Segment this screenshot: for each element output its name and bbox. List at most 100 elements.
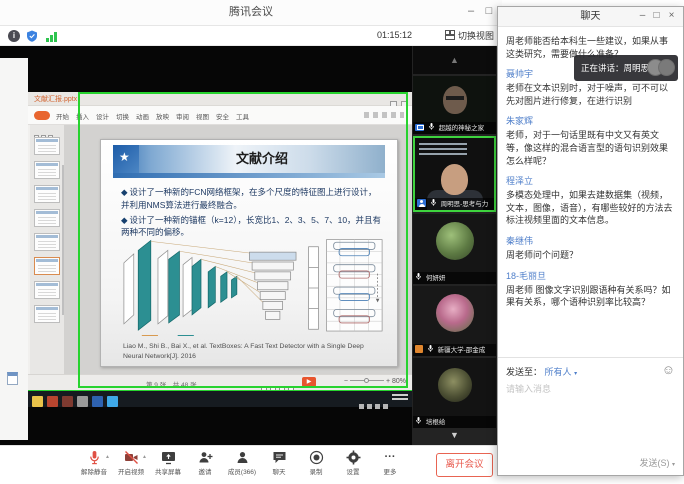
shared-desktop-left-strip bbox=[0, 58, 28, 440]
caret-up-icon[interactable]: ▲ bbox=[142, 454, 147, 460]
ribbon-tab: 放映 bbox=[156, 114, 169, 121]
star-icon: ★ bbox=[119, 150, 130, 164]
meeting-info-icon[interactable]: i bbox=[8, 30, 20, 42]
send-button[interactable]: 发送(S) ▾ bbox=[639, 456, 675, 469]
chat-message: 秦继伟 周老师问个问题？ bbox=[506, 234, 675, 262]
chat-titlebar: 聊天 – □ × bbox=[498, 7, 683, 27]
ribbon-tab: 审阅 bbox=[176, 114, 189, 121]
message-text: 周老师问个问题？ bbox=[506, 249, 675, 262]
slide-title-banner: ★ 文献介绍 bbox=[113, 145, 385, 173]
participant-tile[interactable]: 何妍妍 bbox=[413, 214, 496, 284]
participant-tile[interactable]: 超越的神秘之家 bbox=[413, 76, 496, 134]
wps-ribbon-tabs: 开始插入设计切换动画放映审阅视图安全工具 bbox=[56, 111, 256, 121]
slide-thumbnail bbox=[34, 233, 60, 251]
collapse-triangle-icon: ▲ bbox=[450, 55, 459, 65]
caret-up-icon[interactable]: ▲ bbox=[105, 454, 110, 460]
record-icon bbox=[309, 450, 324, 465]
participant-video-face bbox=[443, 86, 467, 114]
wps-ribbon: 开始插入设计切换动画放映审阅视图安全工具 bbox=[28, 106, 412, 125]
bullet-icon: ◆ bbox=[121, 215, 128, 225]
caret-down-icon[interactable]: ▾ bbox=[672, 462, 675, 468]
invite-person-icon bbox=[198, 450, 213, 465]
participant-name: 培根给 bbox=[426, 419, 446, 426]
security-shield-icon[interactable] bbox=[26, 30, 38, 42]
ribbon-tab: 切换 bbox=[116, 114, 129, 121]
participant-name: 周明思-思考与力 bbox=[441, 201, 489, 208]
speaking-toast: 正在讲话：周明思 bbox=[574, 55, 678, 81]
shared-desktop-taskbar bbox=[28, 390, 412, 407]
slide-thumbnail bbox=[34, 281, 60, 299]
zoom-slider-knob bbox=[364, 378, 369, 383]
settings-button[interactable]: 设置 bbox=[335, 450, 371, 476]
participant-tile[interactable]: ▲ bbox=[413, 46, 496, 74]
participant-name: 超越的神秘之家 bbox=[439, 125, 485, 132]
chat-send-area: 发送至： 所有人 ▾ ☺ 发送(S) ▾ bbox=[498, 357, 683, 475]
meeting-duration: 01:15:12 bbox=[377, 30, 412, 40]
ribbon-tab: 插入 bbox=[76, 114, 89, 121]
mic-muted-icon bbox=[87, 450, 102, 465]
avatar bbox=[436, 294, 474, 332]
close-icon[interactable]: × bbox=[665, 10, 678, 21]
participant-tile[interactable]: 新疆大学-邵金成 bbox=[413, 286, 496, 356]
slideshow-play-button: ▶ bbox=[302, 377, 316, 387]
slide-thumbnail-selected bbox=[34, 257, 60, 275]
chat-message: 程泽立 多模态处理中，如果去建数据集（视频，文本，图像，语音），有哪些较好的方法… bbox=[506, 174, 675, 227]
taskbar-clock bbox=[392, 394, 408, 404]
network-signal-icon[interactable] bbox=[46, 32, 60, 42]
maximize-icon[interactable]: □ bbox=[482, 5, 496, 17]
slide-citation: Liao M., Shi B., Bai X., et al. TextBoxe… bbox=[123, 342, 385, 361]
mic-icon bbox=[430, 198, 437, 207]
more-button[interactable]: ··· 更多 bbox=[372, 450, 408, 476]
slide-thumbnail bbox=[34, 305, 60, 323]
start-video-button[interactable]: 开启视频 ▲ bbox=[113, 450, 149, 476]
members-icon bbox=[235, 450, 250, 465]
wps-logo-icon bbox=[34, 111, 50, 120]
message-input[interactable] bbox=[506, 384, 671, 394]
slide-canvas: ★ 文献介绍 ◆设计了一种新的FCN网络框架，在多个尺度的特征图上进行设计，并利… bbox=[64, 125, 412, 374]
mic-icon bbox=[427, 344, 434, 353]
bullet-icon: ◆ bbox=[121, 187, 128, 197]
send-to-dropdown[interactable]: 所有人 bbox=[545, 367, 572, 377]
scroll-down-icon[interactable]: ▼ bbox=[412, 430, 497, 440]
window-title: 腾讯会议 bbox=[0, 0, 502, 25]
minimize-icon[interactable]: – bbox=[636, 10, 649, 21]
message-text: 老师，对于一句话里既有中文又有英文等，像这样的混合语言型的语句识别效果怎么样呢？ bbox=[506, 129, 675, 167]
chat-button[interactable]: 聊天 bbox=[261, 450, 297, 476]
record-button[interactable]: 录制 bbox=[298, 450, 334, 476]
switch-view-button[interactable]: 切换视图 bbox=[445, 29, 494, 42]
more-dots-icon: ··· bbox=[372, 450, 408, 465]
sender-name: 秦继伟 bbox=[506, 234, 675, 247]
share-screen-button[interactable]: 共享屏幕 bbox=[150, 450, 186, 476]
slide-title: 文献介绍 bbox=[139, 145, 385, 173]
sender-name: 朱家辉 bbox=[506, 114, 675, 127]
minimize-icon[interactable]: – bbox=[464, 5, 478, 17]
desktop-file-icon bbox=[7, 372, 18, 385]
message-text: 周老师 图像文字识别跟语种有关系吗？如果有关系，哪个语种识别率比较高？ bbox=[506, 284, 675, 309]
message-text: 多模态处理中，如果去建数据集（视频，文本，图像，语音），有哪些较好的方法去标注视… bbox=[506, 189, 675, 227]
ribbon-tab: 视图 bbox=[196, 114, 209, 121]
maximize-icon[interactable]: □ bbox=[650, 10, 663, 21]
emoji-icon[interactable]: ☺ bbox=[662, 362, 675, 377]
meeting-control-bar: 解除静音 ▲ 开启视频 ▲ 共享屏幕 邀请 成员(366) bbox=[0, 445, 502, 484]
active-speaker-tile[interactable]: 周明思-思考与力 bbox=[413, 136, 496, 212]
slide-thumbnail-panel bbox=[30, 125, 64, 374]
screen: 腾讯会议 – □ i 01:15:12 切换视图 文献汇报 bbox=[0, 0, 684, 484]
slide-counter: 第 9 张，共 48 张 bbox=[146, 379, 197, 389]
sender-name: 18-毛丽旦 bbox=[506, 269, 675, 282]
meeting-titlebar: 腾讯会议 – □ bbox=[0, 0, 502, 26]
invite-button[interactable]: 邀请 bbox=[187, 450, 223, 476]
leave-meeting-button[interactable]: 离开会议 bbox=[436, 453, 493, 477]
wps-tab-bar: 文献汇报.pptx bbox=[28, 92, 412, 106]
caret-down-icon[interactable]: ▾ bbox=[574, 371, 577, 377]
members-button[interactable]: 成员(366) bbox=[224, 450, 260, 476]
unmute-button[interactable]: 解除静音 ▲ bbox=[76, 450, 112, 476]
participant-strip: ▲ 超越的神秘之家 周明思-思考与力 何妍妍 bbox=[412, 46, 497, 445]
ribbon-tab: 设计 bbox=[96, 114, 109, 121]
taskbar-tray-icons bbox=[356, 396, 388, 414]
bullet-text: 设计了一种新的锚框（k=12），长宽比1、2、3、5、7、10，并且有两种不同的… bbox=[121, 215, 381, 238]
chat-bubble-icon bbox=[272, 450, 287, 465]
participant-tile[interactable]: 培根给 bbox=[413, 358, 496, 428]
participant-video-face bbox=[441, 164, 468, 195]
slide-thumbnail bbox=[34, 137, 60, 155]
slide-thumbnail bbox=[34, 209, 60, 227]
